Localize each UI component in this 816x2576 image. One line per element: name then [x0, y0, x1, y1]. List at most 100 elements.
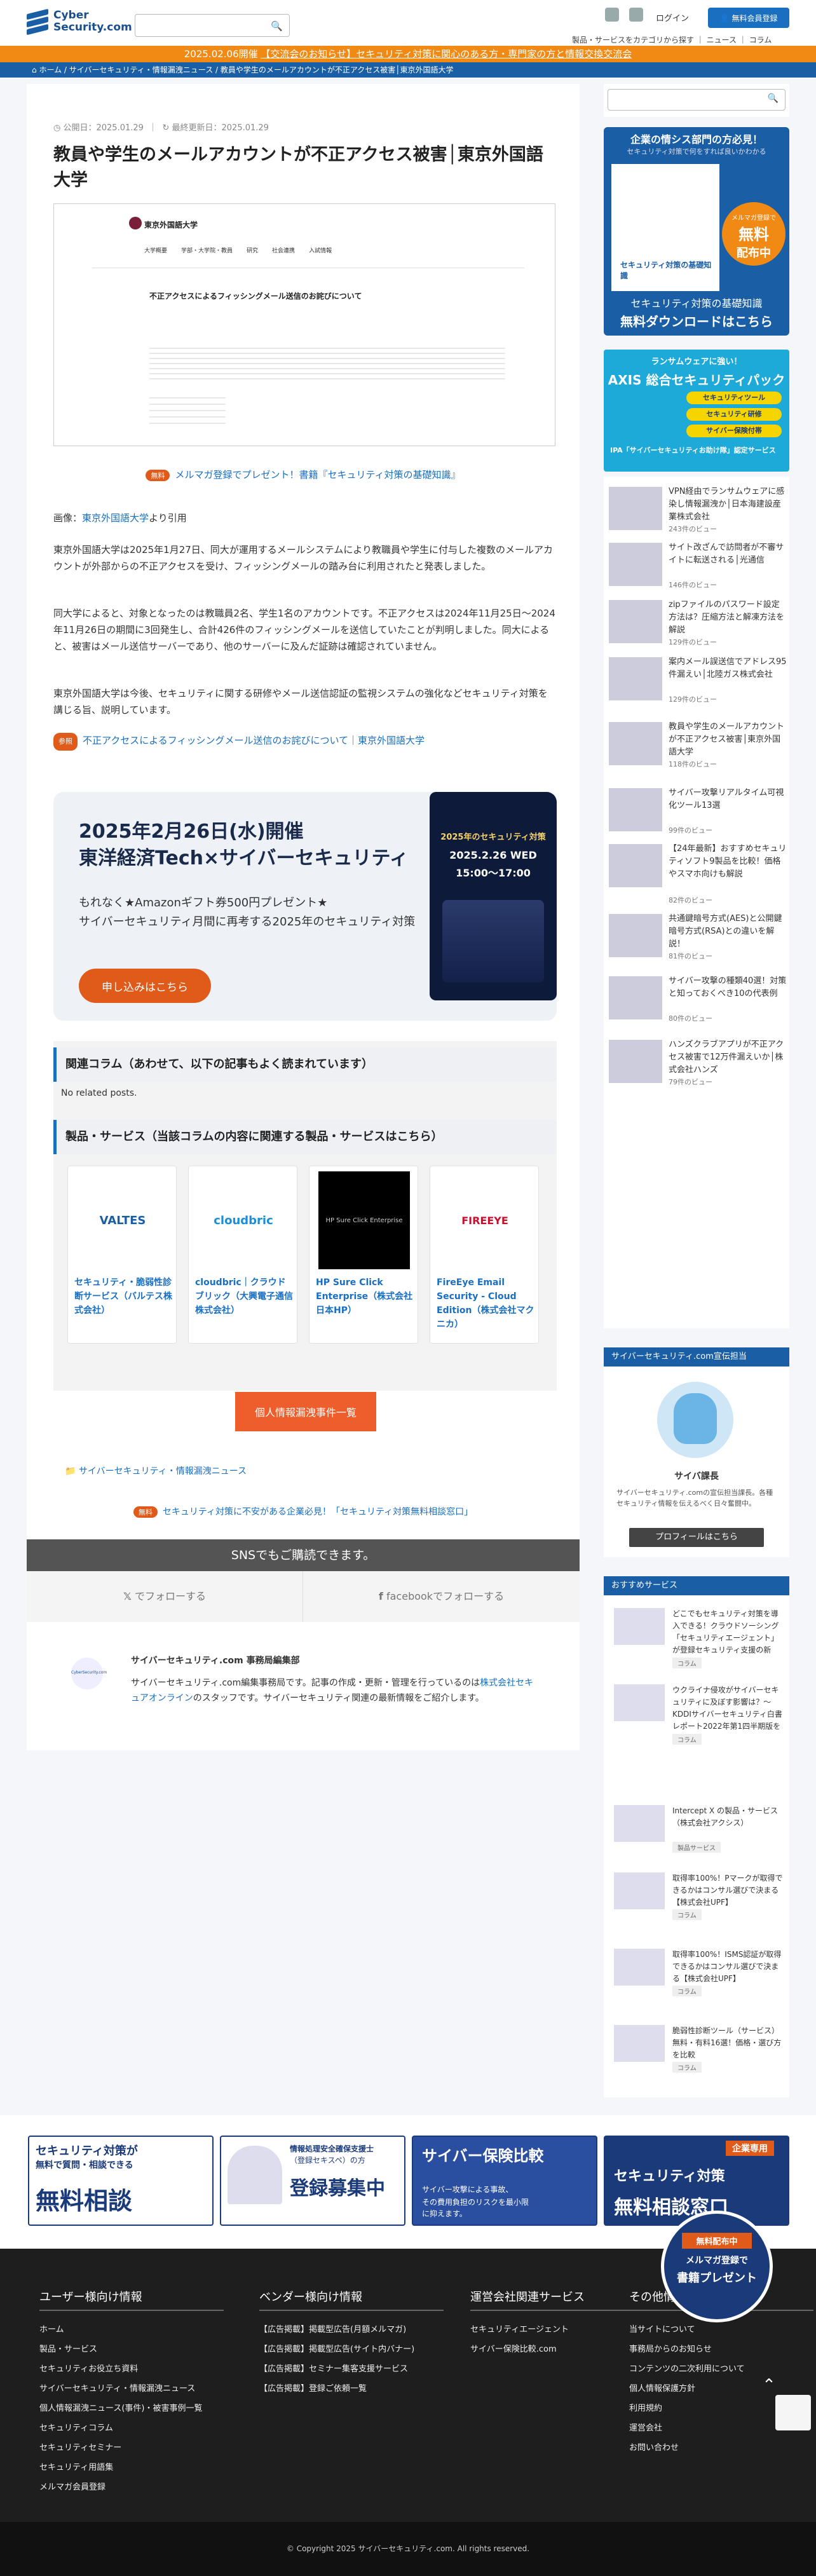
- event-apply-button[interactable]: 申し込みはこちら: [79, 969, 211, 1003]
- nav-news[interactable]: ニュース: [707, 36, 737, 44]
- ranking-title[interactable]: zipファイルのパスワード設定方法は？圧縮方法と解凍方法を解説: [669, 599, 787, 637]
- promo-link[interactable]: メルマガ登録でプレゼント！書籍『セキュリティ対策の基礎知識』: [175, 469, 460, 480]
- footer-link[interactable]: 【広告掲載】セミナー集客支援サービス: [259, 2359, 444, 2379]
- ad-axis[interactable]: ランサムウェアに強い！ AXIS 総合セキュリティパック セキュリティツール セ…: [604, 350, 789, 472]
- banner-corp-consult[interactable]: 企業専用 セキュリティ対策 無料相談窓口: [604, 2136, 789, 2226]
- owner-profile-button[interactable]: プロフィールはこちら: [629, 1528, 764, 1547]
- ranking-item[interactable]: 教員や学生のメールアカウントが不正アクセス被害│東京外国語大学 118件のビュー: [609, 717, 787, 772]
- rec-title[interactable]: 取得率100%！ISMS認証が取得できるかはコンサル選びで決まる【株式会社UPF…: [672, 1949, 783, 1985]
- login-link[interactable]: ログイン: [656, 11, 689, 24]
- register-button[interactable]: 👤 無料会員登録: [708, 8, 789, 28]
- product-title[interactable]: cloudbric｜クラウドブリック（大興電子通信株式会社）: [195, 1276, 294, 1318]
- product-title[interactable]: HP Sure Click Enterprise（株式会社 日本HP）: [316, 1276, 415, 1318]
- product-card[interactable]: cloudbric cloudbric｜クラウドブリック（大興電子通信株式会社）: [188, 1166, 297, 1344]
- rec-title[interactable]: 脆弱性診断ツール（サービス）無料・有料16選！価格・選び方を比較: [672, 2025, 783, 2061]
- ranking-title[interactable]: 共通鍵暗号方式(AES)と公開鍵暗号方式(RSA)との違いを解説！: [669, 913, 787, 951]
- footer-link[interactable]: 製品・サービス: [39, 2340, 224, 2359]
- product-title[interactable]: FireEye Email Security - Cloud Edition（株…: [437, 1276, 536, 1332]
- footer-link[interactable]: セキュリティセミナー: [39, 2438, 224, 2458]
- register-label: 無料会員登録: [731, 13, 778, 23]
- rec-item[interactable]: ウクライナ侵攻がサイバーセキュリティに及ぼす影響は？〜KDDIサイバーセキュリテ…: [614, 1684, 783, 1758]
- ranking-item[interactable]: zipファイルのパスワード設定方法は？圧縮方法と解凍方法を解説 129件のビュー: [609, 595, 787, 650]
- footer-link[interactable]: 事務局からのお知らせ: [629, 2340, 813, 2359]
- rec-title[interactable]: 取得率100%！Pマークが取得できるかはコンサル選びで決まる【株式会社UPF】: [672, 1872, 783, 1909]
- newsletter-promo[interactable]: 無料 メルマガ登録でプレゼント！書籍『セキュリティ対策の基礎知識』: [27, 468, 580, 481]
- ranking-item[interactable]: 共通鍵暗号方式(AES)と公開鍵暗号方式(RSA)との違いを解説！ 81件のビュー: [609, 909, 787, 964]
- ranking-item[interactable]: サイバー攻撃の種類40選！対策と知っておくべき10の代表例 80件のビュー: [609, 971, 787, 1026]
- footer-link[interactable]: 個人情報漏洩ニュース(事件)・被害事例一覧: [39, 2399, 224, 2418]
- rec-item[interactable]: 取得率100%！ISMS認証が取得できるかはコンサル選びで決まる【株式会社UPF…: [614, 1949, 783, 2022]
- footer-link[interactable]: セキュリティお役立ち資料: [39, 2359, 224, 2379]
- product-card[interactable]: HP Sure Click Enterprise HP Sure Click E…: [309, 1166, 418, 1344]
- ranking-title[interactable]: サイバー攻撃リアルタイム可視化ツール13選: [669, 787, 787, 812]
- footer-link[interactable]: サイバー保険比較.com: [470, 2340, 655, 2359]
- ad-security-book[interactable]: 企業の情シス部門の方必見！ セキュリティ対策で何をすれば良いかわかる セキュリテ…: [604, 127, 789, 336]
- site-logo[interactable]: Cyber Security.com: [27, 8, 132, 36]
- ranking-title[interactable]: ハンズクラブアプリが不正アクセス被害で12万件漏えいか│株式会社ハンズ: [669, 1039, 787, 1077]
- product-title[interactable]: セキュリティ・脆弱性診断サービス（バルテス株式会社）: [74, 1276, 173, 1318]
- ranking-title[interactable]: VPN経由でランサムウェアに感染し情報漏洩か│日本海建設産業株式会社: [669, 486, 787, 524]
- incident-list-button[interactable]: 個人情報漏洩事件一覧: [235, 1392, 376, 1431]
- consult-link[interactable]: 無料 セキュリティ対策に不安がある企業必見！「セキュリティ対策無料相談窓口」: [27, 1505, 580, 1518]
- footer-link[interactable]: セキュリティ用語集: [39, 2458, 224, 2477]
- ranking-item[interactable]: 案内メール誤送信でアドレス95件漏えい│北陸ガス株式会社 129件のビュー: [609, 652, 787, 707]
- footer-link[interactable]: セキュリティエージェント: [470, 2320, 655, 2340]
- category-link-text[interactable]: サイバーセキュリティ・情報漏洩ニュース: [79, 1466, 247, 1476]
- rec-title[interactable]: どこでもセキュリティ対策を導入できる！クラウドソーシング「セキュリティエージェン…: [672, 1608, 783, 1656]
- history-icon[interactable]: [629, 8, 643, 22]
- category-link[interactable]: 📁 サイバーセキュリティ・情報漏洩ニュース: [65, 1464, 247, 1477]
- ranking-item[interactable]: ハンズクラブアプリが不正アクセス被害で12万件漏えいか│株式会社ハンズ 79件のビ…: [609, 1035, 787, 1089]
- banner-insurance[interactable]: サイバー保険比較 サイバー攻撃による事故、 その費用負担のリスクを最小限に抑えま…: [412, 2136, 597, 2226]
- rec-item[interactable]: どこでもセキュリティ対策を導入できる！クラウドソーシング「セキュリティエージェン…: [614, 1608, 783, 1682]
- rec-item[interactable]: 取得率100%！Pマークが取得できるかはコンサル選びで決まる【株式会社UPF】コ…: [614, 1872, 783, 1946]
- header-nav: 製品・サービスをカテゴリから探す ｜ ニュース ｜ コラム: [572, 36, 772, 44]
- product-card[interactable]: VALTES セキュリティ・脆弱性診断サービス（バルテス株式会社）: [67, 1166, 177, 1344]
- footer-link[interactable]: セキュリティコラム: [39, 2418, 224, 2438]
- breadcrumb-category[interactable]: サイバーセキュリティ・情報漏洩ニュース: [69, 65, 213, 74]
- ranking-title[interactable]: サイバー攻撃の種類40選！対策と知っておくべき10の代表例: [669, 975, 787, 1000]
- nav-column[interactable]: コラム: [749, 36, 772, 44]
- footer-link[interactable]: 【広告掲載】掲載型広告(月額メルマガ): [259, 2320, 444, 2340]
- footer-link[interactable]: 【広告掲載】登録ご依頼一覧: [259, 2379, 444, 2399]
- paragraph-1: 東京外国語大学は2025年1月27日、同大が運用するメールシステムにより教職員や…: [53, 544, 554, 572]
- ranking-item[interactable]: サイバー攻撃リアルタイム可視化ツール13選 99件のビュー: [609, 783, 787, 838]
- ranking-title[interactable]: 案内メール誤送信でアドレス95件漏えい│北陸ガス株式会社: [669, 656, 787, 681]
- footer-link[interactable]: 当サイトについて: [629, 2320, 813, 2340]
- rec-item[interactable]: Intercept X の製品・サービス（株式会社アクシス） 製品サービス: [614, 1805, 783, 1879]
- ranking-item[interactable]: 【24年最新】おすすめセキュリティソフト9製品を比較！価格やスマホ向けも解説 82…: [609, 839, 787, 904]
- ranking-item[interactable]: サイト改ざんで訪問者が不審サイトに転送される│光通信 146件のビュー: [609, 538, 787, 592]
- ad2-title: AXIS 総合セキュリティパック: [608, 372, 785, 388]
- ranking-thumbnail: [609, 487, 662, 530]
- ref-link[interactable]: 不正アクセスによるフィッシングメール送信のお詫びについて｜東京外国語大学: [83, 735, 425, 746]
- product-card[interactable]: FIREEYE FireEye Email Security - Cloud E…: [430, 1166, 539, 1344]
- ranking-title[interactable]: サイト改ざんで訪問者が不審サイトに転送される│光通信: [669, 542, 787, 567]
- consult-text[interactable]: セキュリティ対策に不安がある企業必見！「セキュリティ対策無料相談窓口」: [163, 1507, 473, 1517]
- nav-products[interactable]: 製品・サービスをカテゴリから探す: [572, 36, 694, 44]
- search-input[interactable]: 🔍: [135, 14, 290, 37]
- announcement-link[interactable]: 【交流会のお知らせ】セキュリティ対策に関心のある方・専門家の方と情報交換交流会: [261, 48, 632, 60]
- search-icon[interactable]: 🔍: [271, 20, 283, 32]
- rec-item[interactable]: 脆弱性診断ツール（サービス）無料・有料16選！価格・選び方を比較 コラム: [614, 2025, 783, 2099]
- search-icon[interactable]: 🔍: [768, 93, 779, 104]
- footer-link[interactable]: 【広告掲載】掲載型広告(サイト内バナー): [259, 2340, 444, 2359]
- ranking-item[interactable]: VPN経由でランサムウェアに感染し情報漏洩か│日本海建設産業株式会社 243件のビ…: [609, 482, 787, 536]
- follow-x-button[interactable]: 𝕏 でフォローする: [27, 1571, 303, 1622]
- sidebar-search-input[interactable]: 🔍: [608, 89, 785, 111]
- banner-agent-recruit[interactable]: 情報処理安全確保支援士 （登録セキスペ）の方 登録募集中: [220, 2136, 405, 2226]
- banner-free-consult[interactable]: セキュリティ対策が 無料で質問・相談できる 無料相談: [28, 2136, 214, 2226]
- ranking-title[interactable]: 教員や学生のメールアカウントが不正アクセス被害│東京外国語大学: [669, 721, 787, 759]
- ranking-title[interactable]: 【24年最新】おすすめセキュリティソフト9製品を比較！価格やスマホ向けも解説: [669, 843, 787, 881]
- footer-link[interactable]: ホーム: [39, 2320, 224, 2340]
- footer-link[interactable]: サイバーセキュリティ・情報漏洩ニュース: [39, 2379, 224, 2399]
- footer-link[interactable]: お問い合わせ: [629, 2438, 813, 2458]
- footer-link[interactable]: コンテンツの二次利用について: [629, 2359, 813, 2379]
- favorite-icon[interactable]: [605, 8, 619, 22]
- rec-title[interactable]: Intercept X の製品・サービス（株式会社アクシス）: [672, 1805, 783, 1829]
- floating-newsletter-badge[interactable]: 無料配布中 メルマガ登録で 書籍プレゼント: [661, 2211, 773, 2322]
- follow-facebook-button[interactable]: f facebookでフォローする: [303, 1571, 580, 1622]
- event-banner[interactable]: 2025年2月26日(水)開催 東洋経済Tech×サイバーセキュリティ もれなく★…: [53, 792, 557, 1021]
- credit-link[interactable]: 東京外国語大学: [82, 512, 149, 524]
- ad1-bubble: メルマガ登録で 無料 配布中: [722, 202, 785, 266]
- breadcrumb-home[interactable]: ホーム: [39, 65, 62, 74]
- footer-link[interactable]: メルマガ会員登録: [39, 2477, 224, 2497]
